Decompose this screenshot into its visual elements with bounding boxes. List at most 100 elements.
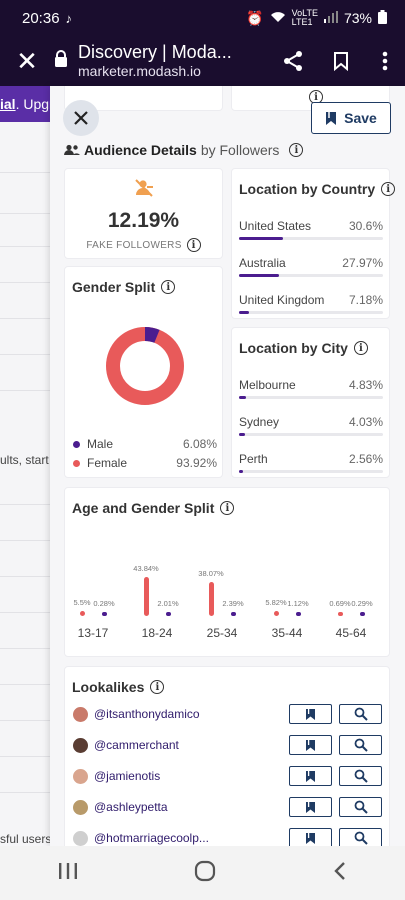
female-bar: [208, 581, 214, 616]
lookalike-handle[interactable]: @cammerchant: [94, 738, 179, 752]
info-icon[interactable]: i: [381, 182, 396, 196]
city-bar: [239, 470, 243, 473]
page-url: marketer.modash.io: [78, 63, 201, 80]
alarm-icon: ⏰: [246, 9, 264, 26]
view-profile-button[interactable]: [339, 797, 382, 817]
page-title: Discovery | Moda...: [78, 41, 232, 62]
add-to-list-button[interactable]: [289, 735, 332, 755]
avatar[interactable]: [73, 769, 88, 784]
back-icon[interactable]: [333, 861, 347, 886]
more-menu-icon[interactable]: [365, 51, 405, 71]
info-icon[interactable]: i: [220, 501, 235, 515]
gender-donut-chart: [106, 327, 184, 405]
lookalike-handle[interactable]: @itsanthonydamico: [94, 707, 200, 721]
legend-male: Male 6.08%: [73, 437, 217, 451]
add-to-list-button[interactable]: [289, 766, 332, 786]
add-to-list-button[interactable]: [289, 797, 332, 817]
city-bar: [239, 396, 246, 399]
legend-dot: [73, 460, 80, 467]
male-value-label: 2.39%: [222, 599, 244, 608]
close-icon: [74, 111, 88, 125]
male-value-label: 0.28%: [93, 599, 115, 608]
home-icon[interactable]: [194, 860, 216, 887]
save-button[interactable]: Save: [311, 102, 391, 134]
bookmark-icon: [306, 832, 315, 844]
divider: [0, 213, 55, 214]
lookalike-handle[interactable]: @ashleypetta: [94, 800, 168, 814]
female-bar: [143, 576, 149, 616]
legend-female: Female 93.92%: [73, 456, 217, 470]
lookalike-row: @hotmarriagecoolp...: [73, 828, 384, 846]
divider: [0, 354, 55, 355]
close-drawer-button[interactable]: [63, 100, 99, 136]
avatar[interactable]: [73, 831, 88, 846]
tiktok-notification-icon: ♪: [65, 10, 73, 26]
bookmark-icon[interactable]: [317, 51, 365, 71]
bookmark-icon: [306, 801, 315, 813]
divider: [0, 792, 55, 793]
age-gender-title: Age and Gender Split i: [72, 500, 235, 516]
bookmark-icon: [306, 708, 315, 720]
fake-follower-icon: [134, 178, 154, 203]
add-to-list-button[interactable]: [289, 828, 332, 846]
location-by-city-card: Location by City i Melbourne 4.83% Sydne…: [231, 327, 390, 478]
close-tab-icon[interactable]: ✕: [0, 46, 54, 77]
divider: [0, 246, 55, 247]
view-profile-button[interactable]: [339, 766, 382, 786]
lock-icon[interactable]: [54, 50, 70, 72]
divider: [0, 172, 55, 173]
divider: [0, 540, 55, 541]
view-profile-button[interactable]: [339, 828, 382, 846]
female-bar: [79, 611, 85, 616]
info-icon[interactable]: i: [289, 143, 304, 157]
browser-toolbar: ✕ Discovery | Moda... marketer.modash.io: [0, 36, 405, 86]
fake-followers-label: FAKE FOLLOWERS i: [65, 238, 222, 252]
gender-split-title: Gender Split i: [72, 279, 176, 295]
background-text: sful users: [0, 832, 52, 846]
share-icon[interactable]: [269, 50, 317, 72]
info-icon[interactable]: i: [161, 280, 176, 294]
female-value-label: 43.84%: [133, 563, 159, 573]
male-bar: [359, 612, 365, 616]
divider: [0, 576, 55, 577]
avatar[interactable]: [73, 707, 88, 722]
avatar[interactable]: [73, 738, 88, 753]
lookalike-handle[interactable]: @hotmarriagecoolp...: [94, 831, 209, 845]
battery-icon: [378, 9, 387, 27]
divider: [0, 282, 55, 283]
lookalike-handle[interactable]: @jamienotis: [94, 769, 160, 783]
fake-followers-value: 12.19%: [107, 209, 180, 232]
address-area[interactable]: Discovery | Moda... marketer.modash.io: [78, 42, 269, 80]
city-bar: [239, 433, 245, 436]
male-value-label: 1.12%: [287, 599, 309, 608]
location-city-title: Location by City i: [239, 340, 368, 356]
background-text: ults, start: [0, 453, 49, 467]
save-bookmark-icon: [326, 111, 337, 125]
signal-icon: [323, 10, 338, 26]
age-group-label: 25-34: [206, 626, 238, 640]
age-group-label: 18-24: [141, 626, 173, 640]
add-to-list-button[interactable]: [289, 704, 332, 724]
view-profile-button[interactable]: [339, 735, 382, 755]
recent-apps-icon[interactable]: [58, 862, 78, 885]
status-icons: ⏰ VoLTE LTE1 73%: [246, 9, 387, 27]
lookalikes-card: Lookalikes i @itsanthonydamico @cammercha…: [64, 666, 390, 846]
lookalike-row: @cammerchant: [73, 735, 384, 759]
avatar[interactable]: [73, 800, 88, 815]
age-group-label: 35-44: [271, 626, 303, 640]
status-bar: 20:36 ♪ ⏰ VoLTE LTE1 73%: [0, 0, 405, 36]
divider: [0, 648, 55, 649]
male-value-label: 0.29%: [351, 599, 373, 608]
lookalike-row: @jamienotis: [73, 766, 384, 790]
divider: [0, 612, 55, 613]
female-value-label: 38.07%: [198, 568, 224, 578]
view-profile-button[interactable]: [339, 704, 382, 724]
divider: [0, 390, 55, 391]
lookalikes-title: Lookalikes i: [72, 679, 165, 695]
age-group-label: 45-64: [335, 626, 367, 640]
location-by-country-card: Location by Country i United States 30.6…: [231, 168, 396, 319]
info-icon[interactable]: i: [353, 341, 368, 355]
info-icon[interactable]: i: [150, 680, 165, 694]
volte-indicator: VoLTE LTE1: [291, 8, 318, 27]
info-icon[interactable]: i: [186, 238, 201, 252]
